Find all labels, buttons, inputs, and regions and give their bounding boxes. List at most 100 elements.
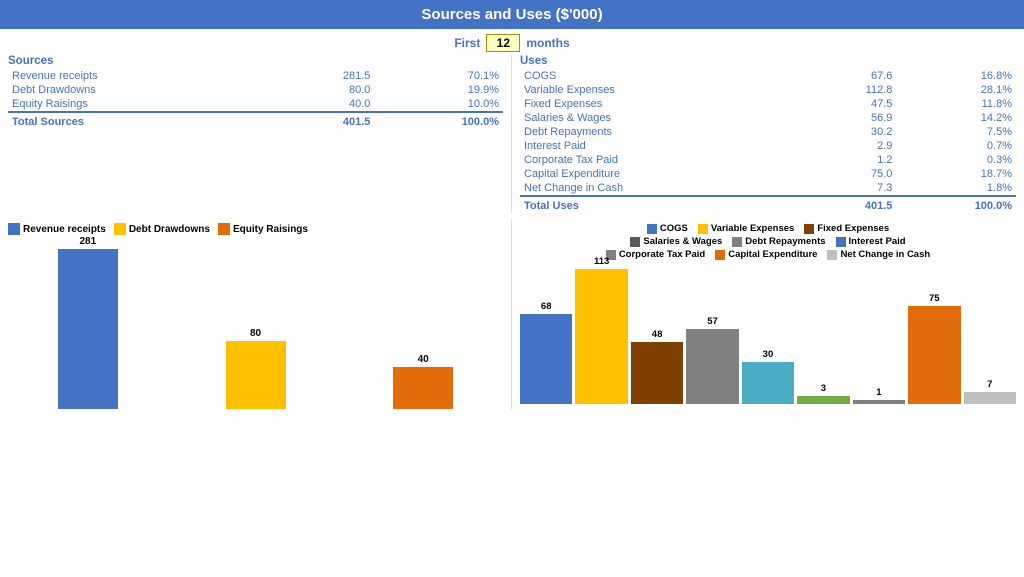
legend-color <box>8 223 20 235</box>
uses-panel: Uses COGS 67.6 16.8% Variable Expenses 1… <box>512 55 1024 213</box>
legend-label: Debt Drawdowns <box>129 224 210 235</box>
use-label: COGS <box>520 69 803 83</box>
table-row: Fixed Expenses 47.5 11.8% <box>520 97 1016 111</box>
right-bar-chart: 6811348573031757 <box>520 264 1016 404</box>
months-input[interactable] <box>486 34 520 52</box>
table-row: Debt Drawdowns 80.0 19.9% <box>8 83 503 97</box>
bar <box>631 342 683 404</box>
months-label: months <box>526 36 569 50</box>
legend-item: Debt Drawdowns <box>114 223 210 235</box>
table-row: Corporate Tax Paid 1.2 0.3% <box>520 153 1016 167</box>
source-pct: 19.9% <box>374 83 503 97</box>
bar <box>520 314 572 404</box>
legend-item: Interest Paid <box>836 236 906 247</box>
sources-title: Sources <box>8 55 503 67</box>
sources-table: Revenue receipts 281.5 70.1% Debt Drawdo… <box>8 69 503 129</box>
legend-item: Capital Expenditure <box>715 249 817 260</box>
use-value: 67.6 <box>803 69 897 83</box>
legend-label: Salaries & Wages <box>643 236 722 247</box>
bar <box>853 400 905 404</box>
legend-label: Capital Expenditure <box>728 249 817 260</box>
uses-total-pct: 100.0% <box>896 196 1016 213</box>
use-value: 47.5 <box>803 97 897 111</box>
sources-total-pct: 100.0% <box>374 112 503 129</box>
use-pct: 11.8% <box>896 97 1016 111</box>
uses-total-label: Total Uses <box>520 196 803 213</box>
left-legend: Revenue receipts Debt Drawdowns Equity Rai… <box>8 223 503 235</box>
table-row: Revenue receipts 281.5 70.1% <box>8 69 503 83</box>
source-label: Debt Drawdowns <box>8 83 274 97</box>
bar-group: 113 <box>575 256 627 404</box>
source-pct: 10.0% <box>374 97 503 112</box>
legend-label: Net Change in Cash <box>840 249 930 260</box>
source-value: 40.0 <box>274 97 375 112</box>
bar-value-label: 40 <box>418 354 429 365</box>
bar-value-label: 57 <box>707 316 718 327</box>
use-value: 7.3 <box>803 181 897 196</box>
uses-table: COGS 67.6 16.8% Variable Expenses 112.8 … <box>520 69 1016 213</box>
bar <box>58 249 118 409</box>
legend-color <box>218 223 230 235</box>
use-label: Interest Paid <box>520 139 803 153</box>
table-row: Variable Expenses 112.8 28.1% <box>520 83 1016 97</box>
bar-value-label: 1 <box>876 387 881 398</box>
legend-color <box>698 224 708 234</box>
bar-value-label: 281 <box>79 236 96 247</box>
legend-color <box>827 250 837 260</box>
use-value: 2.9 <box>803 139 897 153</box>
legend-item: COGS <box>647 223 688 234</box>
bar-group: 30 <box>742 349 794 404</box>
legend-item: Revenue receipts <box>8 223 106 235</box>
months-row: First months <box>0 29 1024 55</box>
tables-row: Sources Revenue receipts 281.5 70.1% Deb… <box>0 55 1024 215</box>
bar <box>797 396 849 404</box>
sources-panel: Sources Revenue receipts 281.5 70.1% Deb… <box>0 55 512 213</box>
table-row: Equity Raisings 40.0 10.0% <box>8 97 503 112</box>
use-pct: 0.7% <box>896 139 1016 153</box>
bar-group: 68 <box>520 301 572 404</box>
use-pct: 16.8% <box>896 69 1016 83</box>
bar-group: 7 <box>964 379 1016 404</box>
legend-color <box>114 223 126 235</box>
use-pct: 7.5% <box>896 125 1016 139</box>
use-label: Net Change in Cash <box>520 181 803 196</box>
bar-group: 48 <box>631 329 683 404</box>
legend-item: Net Change in Cash <box>827 249 930 260</box>
bar-value-label: 30 <box>763 349 774 360</box>
bar-group: 281 <box>8 236 168 409</box>
table-row: Net Change in Cash 7.3 1.8% <box>520 181 1016 196</box>
source-label: Revenue receipts <box>8 69 274 83</box>
bar-group: 75 <box>908 293 960 404</box>
bar-group: 1 <box>853 387 905 404</box>
source-label: Equity Raisings <box>8 97 274 112</box>
bar <box>742 362 794 404</box>
use-value: 56.9 <box>803 111 897 125</box>
left-bar-chart: 281 80 40 <box>8 239 503 409</box>
legend-color <box>715 250 725 260</box>
legend-item: Fixed Expenses <box>804 223 889 234</box>
bar-group: 80 <box>176 328 336 409</box>
source-pct: 70.1% <box>374 69 503 83</box>
bar <box>393 367 453 409</box>
use-value: 75.0 <box>803 167 897 181</box>
use-pct: 18.7% <box>896 167 1016 181</box>
legend-label: Corporate Tax Paid <box>619 249 705 260</box>
use-label: Debt Repayments <box>520 125 803 139</box>
use-label: Corporate Tax Paid <box>520 153 803 167</box>
page: Sources and Uses ($'000) First months So… <box>0 0 1024 577</box>
bar-group: 40 <box>343 354 503 409</box>
source-value: 281.5 <box>274 69 375 83</box>
use-label: Capital Expenditure <box>520 167 803 181</box>
use-pct: 1.8% <box>896 181 1016 196</box>
right-legend: COGS Variable Expenses Fixed Expenses Salar… <box>520 223 1016 260</box>
use-value: 112.8 <box>803 83 897 97</box>
table-row: Interest Paid 2.9 0.7% <box>520 139 1016 153</box>
use-pct: 0.3% <box>896 153 1016 167</box>
right-chart: COGS Variable Expenses Fixed Expenses Salar… <box>512 219 1024 409</box>
legend-color <box>647 224 657 234</box>
legend-item: Variable Expenses <box>698 223 794 234</box>
use-label: Fixed Expenses <box>520 97 803 111</box>
bar <box>226 341 286 409</box>
legend-label: Equity Raisings <box>233 224 308 235</box>
table-row: Capital Expenditure 75.0 18.7% <box>520 167 1016 181</box>
